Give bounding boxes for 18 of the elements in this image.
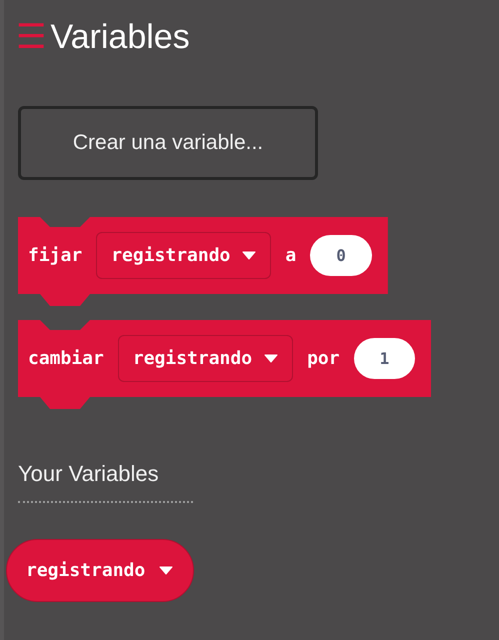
caret-icon bbox=[264, 354, 278, 363]
section-heading: Your Variables bbox=[18, 461, 160, 487]
number-field[interactable]: 0 bbox=[310, 235, 372, 276]
caret-icon bbox=[159, 566, 174, 575]
panel-title: Variables bbox=[50, 17, 190, 58]
caret-icon bbox=[242, 251, 256, 260]
code-block[interactable]: fijar registrando a 0 bbox=[18, 217, 388, 306]
block-label: a bbox=[285, 245, 296, 266]
variable-block[interactable]: registrando bbox=[6, 539, 194, 602]
block-label: cambiar bbox=[28, 348, 104, 369]
block-label: por bbox=[307, 348, 340, 369]
number-field[interactable]: 1 bbox=[354, 338, 416, 379]
create-variable-button[interactable]: Crear una variable... bbox=[18, 106, 318, 180]
menu-icon: ☰ bbox=[16, 20, 46, 54]
variable-dropdown[interactable]: registrando bbox=[96, 232, 272, 279]
block-label: fijar bbox=[28, 245, 82, 266]
variable-dropdown[interactable]: registrando bbox=[118, 335, 294, 382]
code-block[interactable]: cambiar registrando por 1 bbox=[18, 320, 432, 409]
